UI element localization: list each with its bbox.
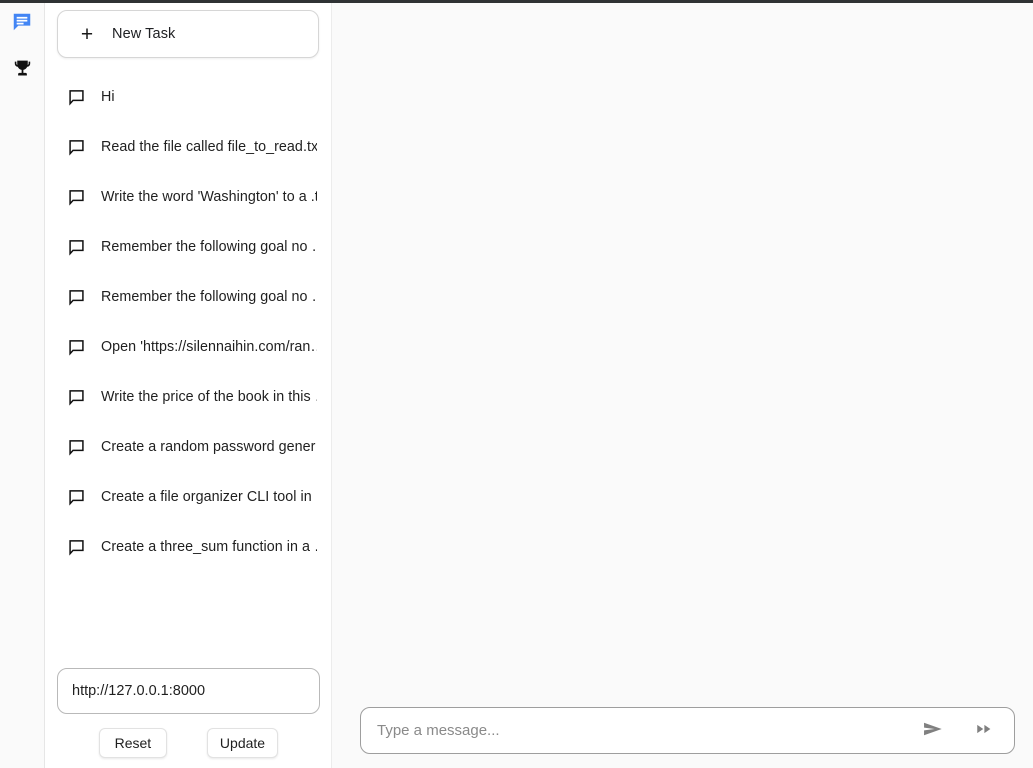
reset-button[interactable]: Reset xyxy=(98,728,167,758)
icon-rail xyxy=(0,0,45,768)
task-list-item-label: Write the price of the book in this … xyxy=(101,389,317,405)
chat-icon xyxy=(11,11,33,33)
trophy-icon xyxy=(12,58,33,79)
task-list-item[interactable]: Create a random password gener… xyxy=(45,422,331,472)
chat-bubble-icon xyxy=(67,138,86,157)
chat-bubble-icon xyxy=(67,388,86,407)
window-top-edge xyxy=(0,0,1033,3)
task-list-item-label: Read the file called file_to_read.tx… xyxy=(101,139,317,155)
task-list-item[interactable]: Read the file called file_to_read.tx… xyxy=(45,122,331,172)
chat-bubble-icon xyxy=(67,438,86,457)
task-list-item-label: Create a random password gener… xyxy=(101,439,317,455)
composer-container xyxy=(332,707,1033,768)
task-list-item-label: Create a file organizer CLI tool in … xyxy=(101,489,317,505)
send-icon xyxy=(920,718,946,743)
task-list-item[interactable]: Open 'https://silennaihin.com/ran… xyxy=(45,322,331,372)
new-task-label: New Task xyxy=(112,26,176,42)
chat-bubble-icon xyxy=(67,338,86,357)
task-list-item[interactable]: Write the price of the book in this … xyxy=(45,372,331,422)
chat-bubble-icon xyxy=(67,488,86,507)
main-panel xyxy=(332,0,1033,768)
agent-url-input[interactable] xyxy=(57,668,320,714)
chat-bubble-icon xyxy=(67,188,86,207)
task-sidebar: + New Task Hi Read the file called file_t… xyxy=(45,0,332,768)
message-composer xyxy=(360,707,1015,754)
task-list-item[interactable]: Remember the following goal no … xyxy=(45,222,331,272)
message-input[interactable] xyxy=(375,708,914,753)
task-list-item-label: Remember the following goal no … xyxy=(101,289,317,305)
update-button[interactable]: Update xyxy=(206,728,279,758)
chat-bubble-icon xyxy=(67,88,86,107)
task-list-item[interactable]: Create a file organizer CLI tool in … xyxy=(45,472,331,522)
plus-icon: + xyxy=(80,22,94,46)
chat-bubble-icon xyxy=(67,538,86,557)
task-list-item[interactable]: Write the word 'Washington' to a .t… xyxy=(45,172,331,222)
messages-area xyxy=(332,0,1033,707)
chat-bubble-icon xyxy=(67,238,86,257)
app-root: + New Task Hi Read the file called file_t… xyxy=(0,0,1033,768)
rail-item-leaderboard[interactable] xyxy=(8,54,36,82)
sidebar-button-row: Reset Update xyxy=(57,728,320,758)
task-list-item-label: Hi xyxy=(101,89,115,105)
rail-item-chat[interactable] xyxy=(8,8,36,36)
task-list-item-label: Remember the following goal no … xyxy=(101,239,317,255)
task-list-item-label: Create a three_sum function in a … xyxy=(101,539,317,555)
sidebar-bottom-controls: Reset Update xyxy=(45,668,332,758)
task-list-item[interactable]: Hi xyxy=(45,72,331,122)
new-task-button[interactable]: + New Task xyxy=(57,10,319,58)
new-task-container: + New Task xyxy=(45,0,331,58)
task-list-item-label: Write the word 'Washington' to a .t… xyxy=(101,189,317,205)
fast-forward-icon xyxy=(974,720,994,741)
task-list: Hi Read the file called file_to_read.tx… W… xyxy=(45,72,331,572)
fast-forward-button[interactable] xyxy=(968,720,1000,741)
task-list-item-label: Open 'https://silennaihin.com/ran… xyxy=(101,339,317,355)
task-list-item[interactable]: Remember the following goal no … xyxy=(45,272,331,322)
chat-bubble-icon xyxy=(67,288,86,307)
task-list-item[interactable]: Create a three_sum function in a … xyxy=(45,522,331,572)
send-button[interactable] xyxy=(914,718,952,743)
